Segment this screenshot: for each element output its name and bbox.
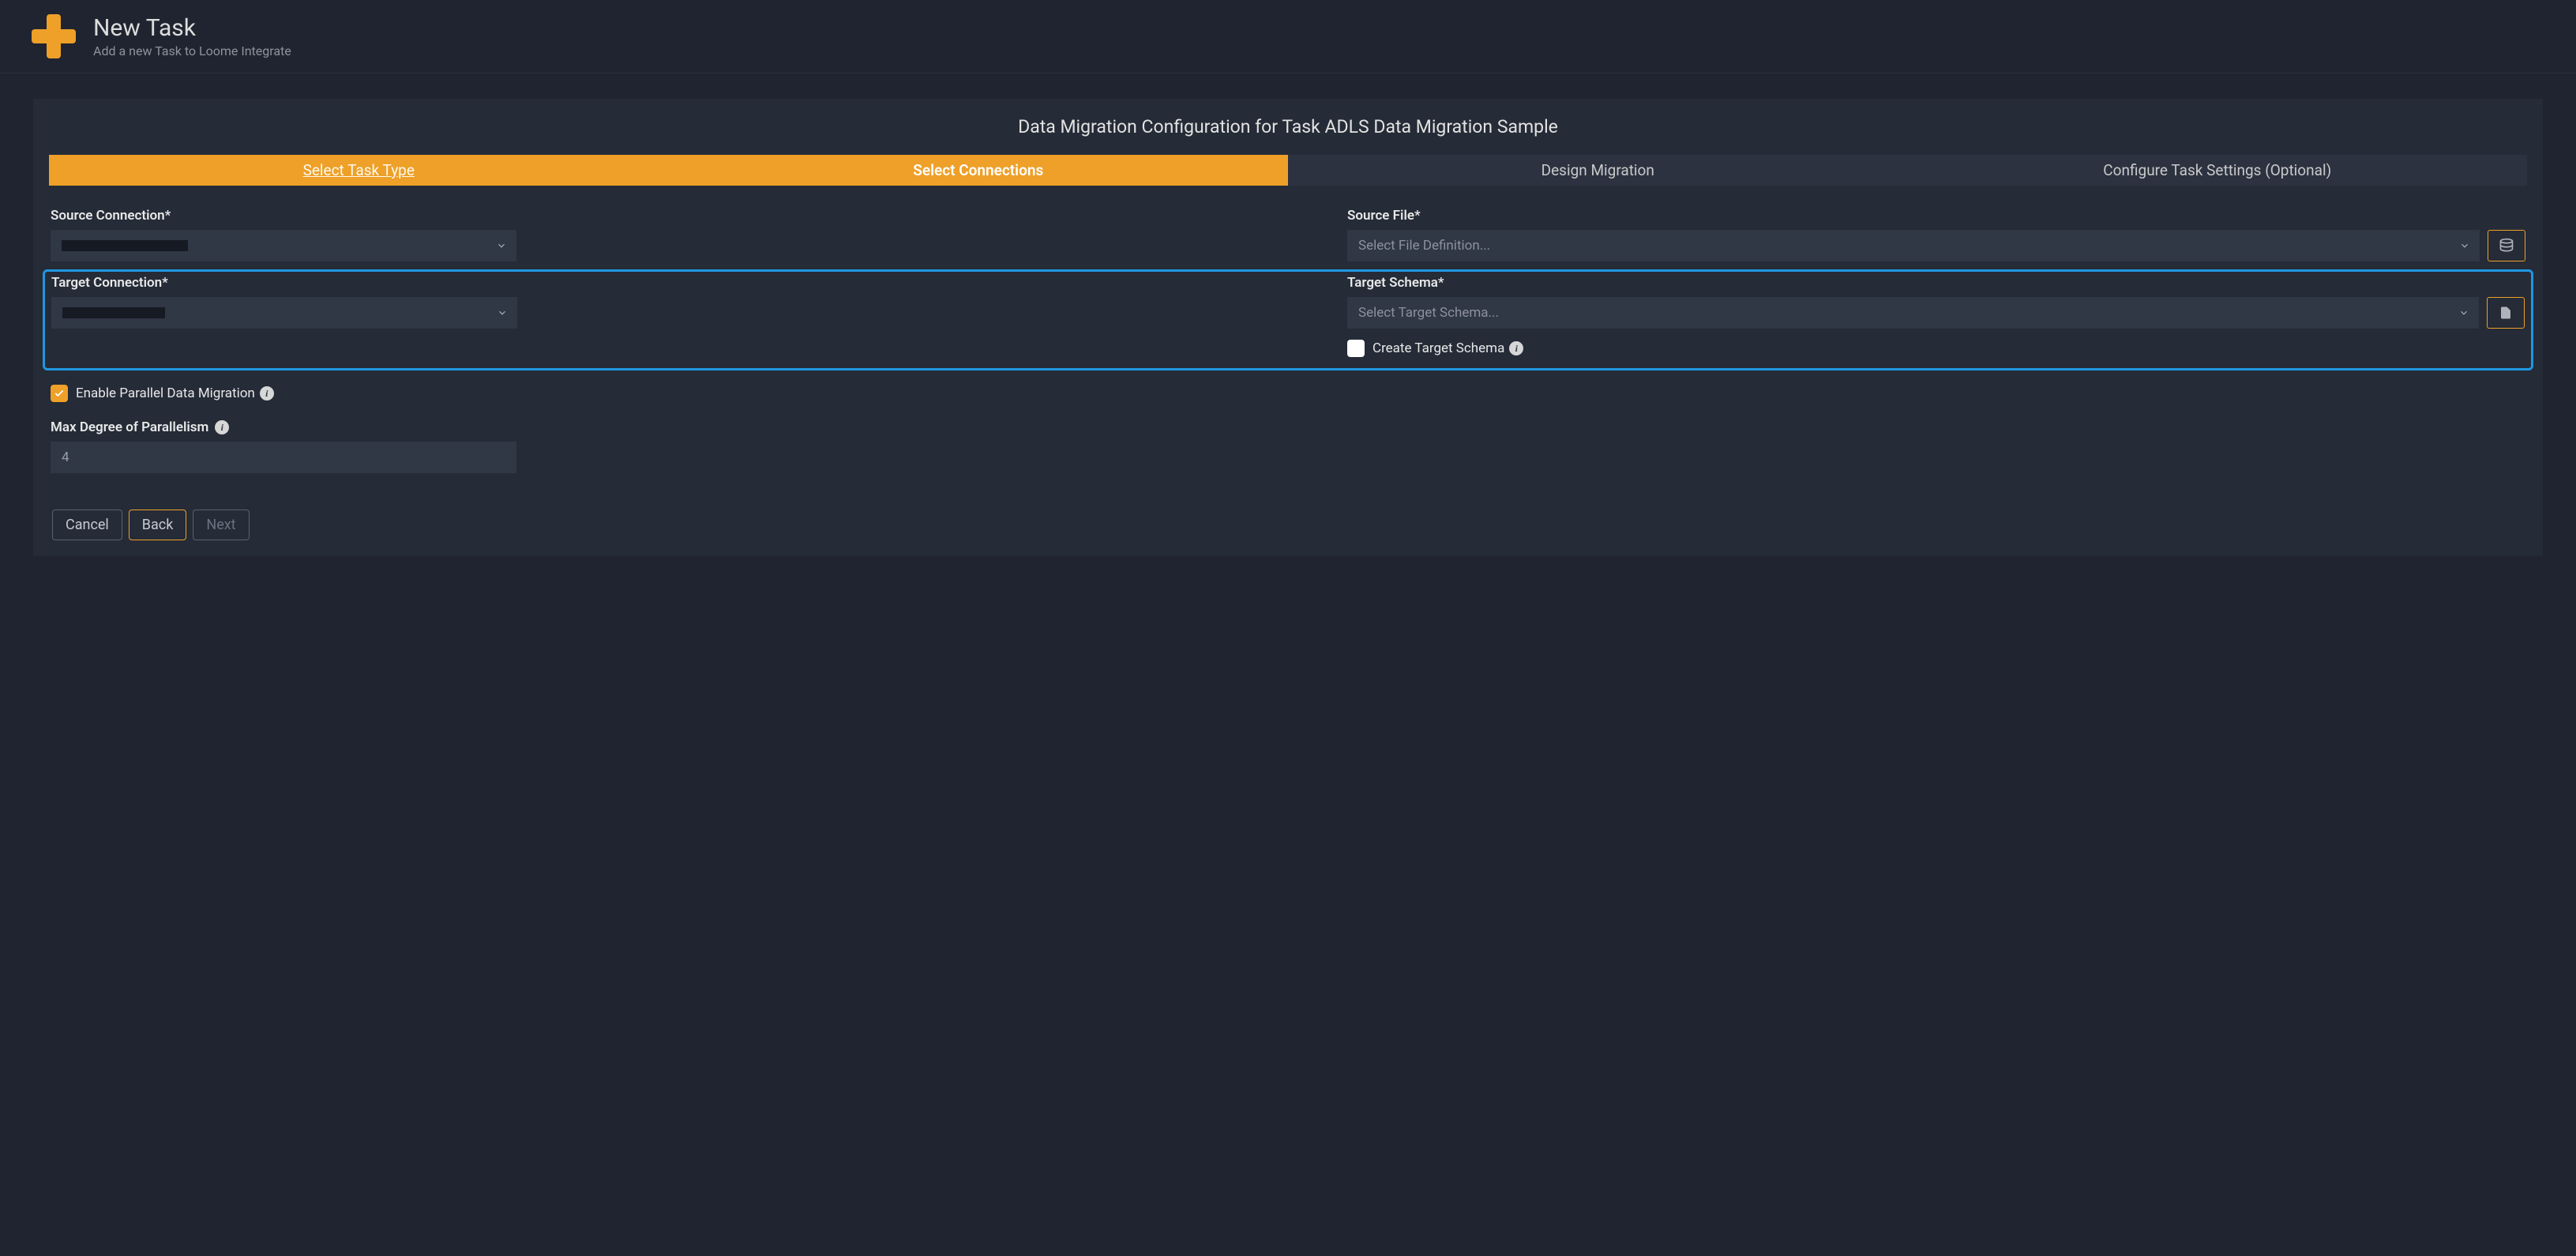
source-file-label: Source File* — [1347, 208, 2525, 224]
chevron-down-icon — [2458, 307, 2469, 318]
page-subtitle: Add a new Task to Loome Integrate — [93, 43, 291, 58]
config-panel: Data Migration Configuration for Task AD… — [33, 99, 2543, 556]
info-icon[interactable]: i — [260, 386, 274, 400]
wizard-tabs: Select Task Type Select Connections Desi… — [49, 155, 2527, 186]
tab-design-migration[interactable]: Design Migration — [1288, 155, 1908, 186]
checkbox-label-text: Create Target Schema — [1372, 340, 1504, 356]
target-connection-select[interactable] — [51, 297, 517, 329]
create-target-schema-checkbox[interactable] — [1347, 340, 1365, 357]
tab-label: Select Task Type — [303, 161, 415, 179]
target-connection-label: Target Connection* — [51, 275, 1229, 291]
info-icon[interactable]: i — [1509, 341, 1523, 355]
create-target-schema-label: Create Target Schema i — [1372, 340, 1523, 356]
input-value: 4 — [62, 449, 69, 465]
info-icon[interactable]: i — [215, 420, 229, 434]
document-icon — [2499, 306, 2513, 320]
tab-select-connections[interactable]: Select Connections — [669, 155, 1289, 186]
page-title: New Task — [93, 14, 291, 42]
tab-select-task-type[interactable]: Select Task Type — [49, 155, 669, 186]
target-schema-browse-button[interactable] — [2487, 297, 2525, 329]
tab-label: Design Migration — [1541, 161, 1654, 179]
redacted-value — [62, 240, 188, 251]
source-connection-select[interactable] — [51, 230, 516, 261]
select-placeholder: Select File Definition... — [1358, 238, 1490, 254]
chevron-down-icon — [496, 240, 507, 251]
target-highlight-box: Target Connection* Target Schema* — [43, 269, 2533, 370]
enable-parallel-label: Enable Parallel Data Migration i — [76, 385, 274, 401]
next-button[interactable]: Next — [193, 510, 249, 540]
source-file-select[interactable]: Select File Definition... — [1347, 230, 2480, 261]
max-parallel-label: Max Degree of Parallelism i — [51, 419, 2525, 435]
source-connection-label: Source Connection* — [51, 208, 1229, 224]
tab-configure-settings[interactable]: Configure Task Settings (Optional) — [1908, 155, 2528, 186]
back-button[interactable]: Back — [129, 510, 187, 540]
chevron-down-icon — [2459, 240, 2470, 251]
label-text: Max Degree of Parallelism — [51, 419, 208, 435]
redacted-value — [62, 307, 165, 318]
chevron-down-icon — [497, 307, 508, 318]
tab-label: Configure Task Settings (Optional) — [2103, 161, 2331, 179]
select-placeholder: Select Target Schema... — [1358, 305, 1499, 321]
target-schema-label: Target Schema* — [1347, 275, 2525, 291]
checkbox-label-text: Enable Parallel Data Migration — [76, 385, 255, 401]
source-file-browse-button[interactable] — [2488, 230, 2525, 261]
cancel-button[interactable]: Cancel — [52, 510, 122, 540]
database-icon — [2499, 238, 2514, 254]
panel-title: Data Migration Configuration for Task AD… — [33, 116, 2543, 137]
plus-icon — [32, 14, 76, 58]
tab-label: Select Connections — [913, 161, 1043, 179]
enable-parallel-checkbox[interactable] — [51, 385, 68, 402]
max-parallel-input[interactable]: 4 — [51, 442, 516, 473]
page-header: New Task Add a new Task to Loome Integra… — [0, 0, 2576, 73]
target-schema-select[interactable]: Select Target Schema... — [1347, 297, 2479, 329]
